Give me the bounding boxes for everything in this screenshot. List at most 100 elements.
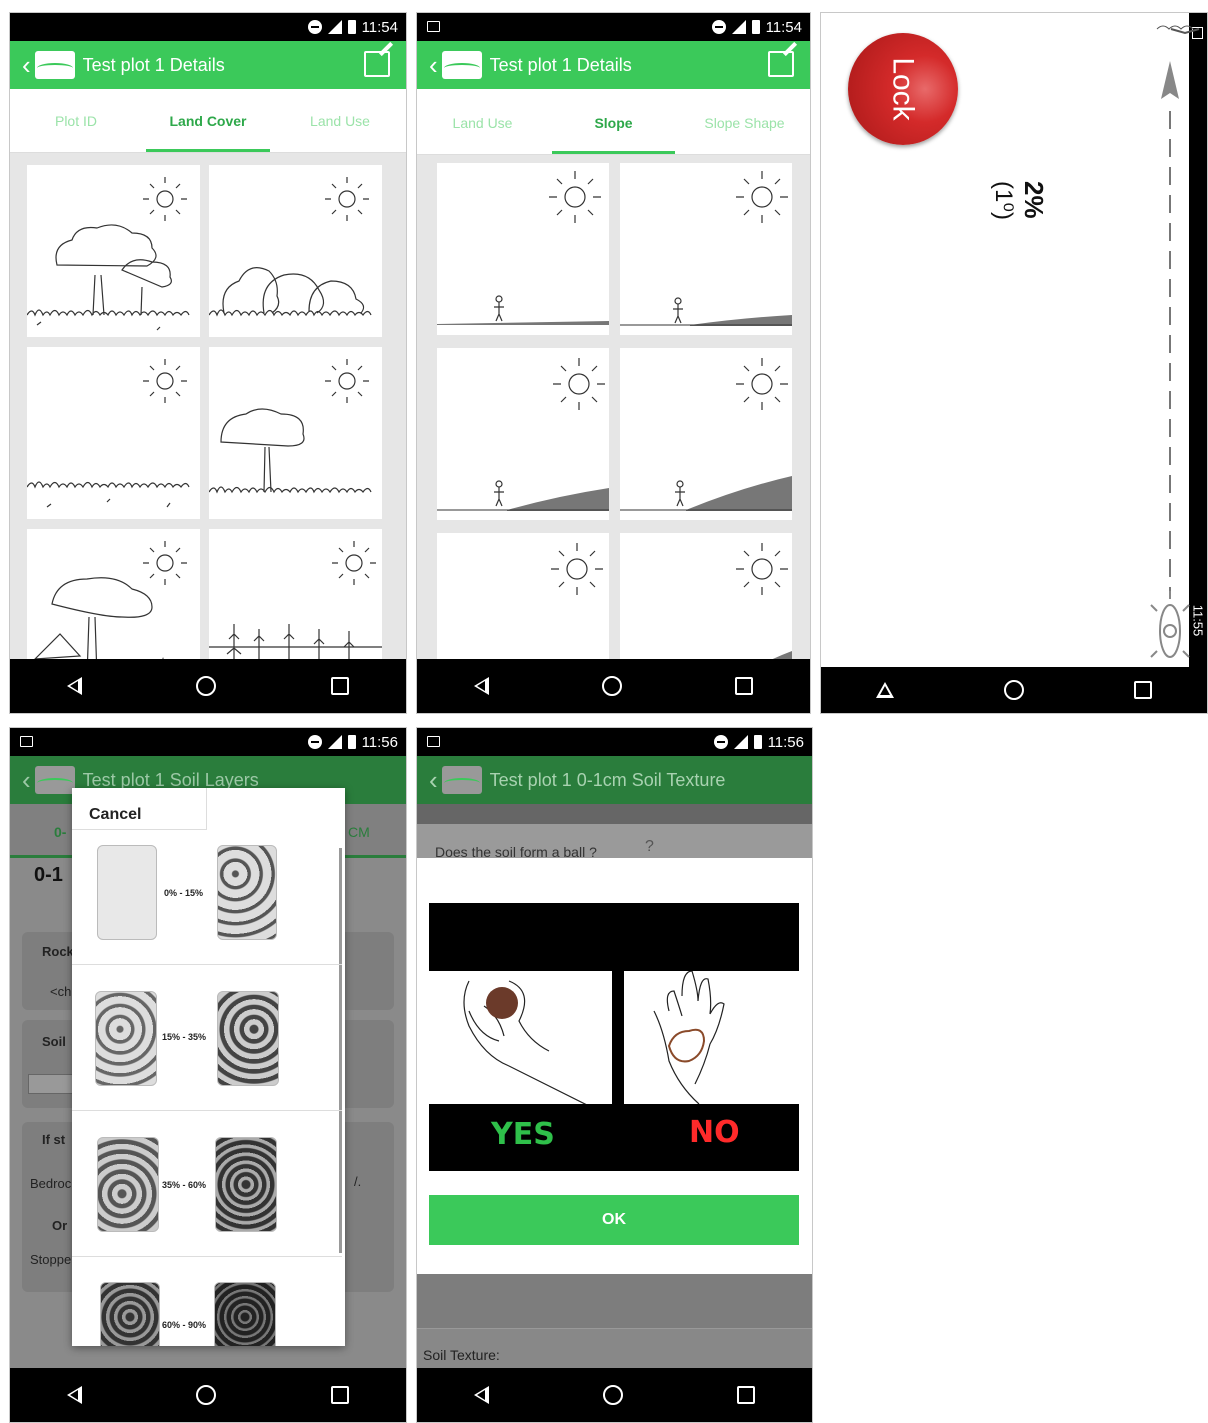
back-arrow-icon[interactable]: ‹ [429, 767, 438, 793]
land-cover-option-settlement[interactable] [27, 529, 200, 659]
slope-option-steep[interactable] [620, 348, 792, 520]
nav-back-icon[interactable] [474, 1386, 489, 1404]
no-image-panel[interactable] [624, 970, 799, 1105]
land-cover-option-cropland[interactable] [209, 529, 382, 659]
nav-recents-icon[interactable] [330, 1386, 349, 1404]
battery-icon [751, 20, 760, 34]
nav-back-icon[interactable] [67, 1386, 83, 1404]
nav-recents-icon[interactable] [1134, 681, 1152, 699]
bg-row-label: If st [42, 1132, 66, 1147]
ball-test-dialog: YES NO OK [417, 858, 812, 1274]
shrubs-illustration [208, 177, 372, 317]
lock-button[interactable]: Lock [848, 33, 958, 145]
image-notification-icon [20, 736, 33, 747]
status-bar: 11:54 [417, 13, 810, 41]
rock-option-15-35[interactable]: 15% - 35% [72, 966, 342, 1111]
panel-soil-layers: 11:56 ‹ Test plot 1 Soil Layers 0- CM 0-… [9, 727, 407, 1423]
arrow-up-icon [1161, 61, 1179, 99]
nav-back-icon[interactable] [473, 677, 489, 695]
nav-recents-icon[interactable] [735, 677, 754, 695]
nav-home-icon[interactable] [603, 1385, 623, 1405]
clock: 11:56 [767, 733, 804, 751]
nav-recents-icon[interactable] [330, 677, 349, 695]
back-arrow-icon[interactable]: ‹ [22, 52, 31, 78]
back-arrow-icon[interactable]: ‹ [22, 767, 31, 793]
land-cover-option-trees[interactable] [26, 165, 200, 337]
option-label: 35% - 60% [162, 1180, 207, 1190]
ok-button[interactable]: OK [429, 1195, 799, 1245]
back-arrow-icon[interactable]: ‹ [429, 52, 438, 78]
app-bar: ‹ Test plot 1 Details [417, 41, 810, 89]
slope-option-extreme[interactable] [620, 533, 792, 659]
nav-back-icon[interactable] [876, 682, 894, 698]
slope-option-flat[interactable] [437, 163, 609, 335]
app-bar: ‹ Test plot 1 Details [10, 41, 406, 89]
slope-grid [417, 155, 810, 659]
page-title: Test plot 1 Details [82, 54, 225, 75]
nav-home-icon[interactable] [196, 1385, 217, 1405]
slope-percent-reading: 2% [1019, 181, 1049, 219]
nav-home-icon[interactable] [601, 676, 622, 696]
dnd-icon [307, 735, 322, 749]
tab-land-use[interactable]: Land Use [274, 89, 406, 152]
bg-row-label: Bedroc [30, 1176, 72, 1191]
nav-home-icon[interactable] [1004, 680, 1024, 700]
hand-with-ball-illustration [463, 980, 590, 1107]
tab-slope-shape[interactable]: Slope Shape [679, 91, 810, 154]
clock: 11:56 [361, 733, 398, 751]
panel-clinometer: 11:55 Lock 2% (1⁰) [820, 12, 1208, 714]
dnd-icon [713, 735, 728, 749]
edit-icon[interactable] [364, 51, 390, 77]
nav-back-icon[interactable] [67, 677, 83, 695]
bg-row-label: Stoppe [30, 1252, 72, 1267]
app-logo [441, 766, 482, 794]
status-bar: 11:54 [10, 13, 406, 41]
slope-option-moderate[interactable] [437, 348, 609, 520]
tab-plot-id[interactable]: Plot ID [10, 89, 142, 152]
land-cover-option-grassland[interactable] [26, 347, 200, 519]
nav-home-icon[interactable] [196, 676, 217, 696]
rock-fragment-dialog: Cancel 0% - 15% 15% - 35% 35% - 60% 60% … [72, 788, 345, 1346]
help-icon[interactable]: ? [645, 838, 654, 856]
option-label: 15% - 35% [162, 1032, 207, 1042]
option-label: 0% - 15% [164, 888, 204, 898]
rock-option-0-15[interactable]: 0% - 15% [72, 830, 342, 965]
slope-option-gentle[interactable] [620, 163, 792, 335]
nav-bar [417, 659, 810, 713]
tab-land-use[interactable]: Land Use [417, 91, 548, 154]
battery-icon [347, 20, 356, 34]
nav-bar [10, 1368, 406, 1422]
no-label: NO [689, 1115, 740, 1150]
page-title: Test plot 1 0-1cm Soil Texture [489, 769, 726, 790]
nav-bar [417, 1368, 812, 1422]
status-bar: 11:56 [417, 728, 812, 756]
ball-test-image: YES NO [429, 903, 799, 1171]
rock-option-35-60[interactable]: 35% - 60% [72, 1112, 342, 1257]
bg-row-label: Or [52, 1218, 68, 1233]
status-bar: 11:56 [10, 728, 406, 756]
rock-option-60-90[interactable]: 60% - 90% [72, 1258, 342, 1346]
slope-option-very-steep[interactable] [437, 533, 609, 659]
sample-jar-high [214, 1282, 276, 1346]
land-cover-option-shrubs[interactable] [208, 165, 382, 337]
nav-bar [10, 659, 406, 713]
sample-jar-low [97, 1137, 159, 1232]
bg-tab-fragment: 0- [54, 824, 67, 840]
edit-icon[interactable] [768, 51, 794, 77]
target-marker-icon [1170, 28, 1200, 35]
tab-slope[interactable]: Slope [548, 91, 679, 154]
tab-bar: Land Use Slope Slope Shape [417, 91, 810, 155]
sample-jar-low [97, 845, 157, 940]
land-cover-option-savanna[interactable] [208, 347, 382, 519]
slope-very-steep-illustration [551, 543, 603, 595]
tab-land-cover[interactable]: Land Cover [142, 89, 274, 152]
savanna-illustration [208, 359, 372, 494]
yes-image-panel[interactable] [429, 971, 612, 1107]
image-notification-icon [427, 21, 440, 32]
cancel-button[interactable]: Cancel [89, 806, 141, 824]
nav-recents-icon[interactable] [737, 1386, 755, 1404]
land-cover-grid [10, 153, 406, 659]
clock: 11:54 [765, 18, 802, 36]
slope-gentle-illustration [620, 171, 792, 326]
sample-jar-high [217, 845, 277, 940]
